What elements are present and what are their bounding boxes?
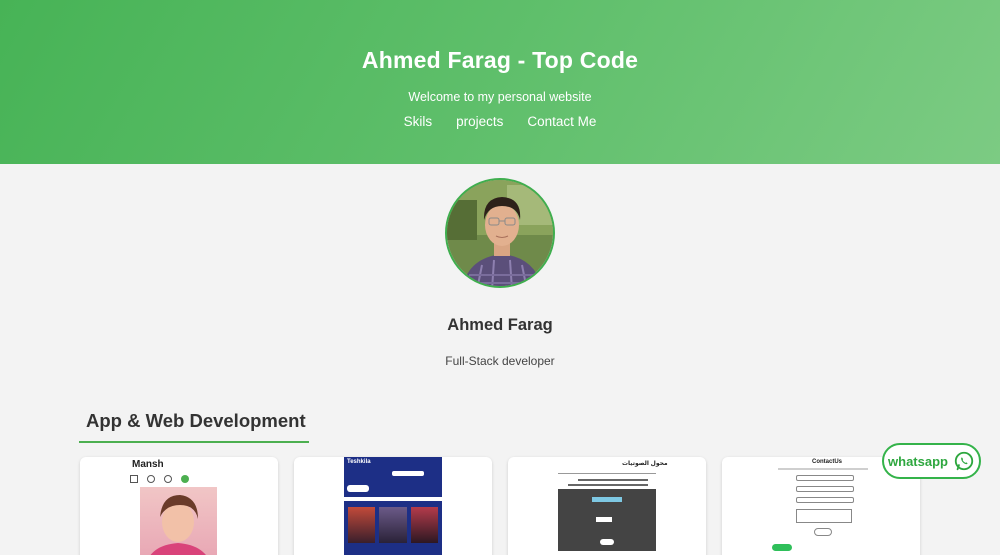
project-preview-title: محول الصوتيات — [622, 461, 668, 467]
site-tagline: Welcome to my personal website — [408, 90, 592, 104]
site-title: Ahmed Farag - Top Code — [361, 47, 639, 73]
preview-form-field — [796, 486, 854, 492]
preview-search — [392, 471, 424, 476]
project-preview-title: ContactUs — [812, 459, 843, 465]
project-cards: Mansh Teshkila محول الصوتيات ContactUs — [80, 457, 920, 555]
poster-2 — [379, 507, 407, 543]
project-preview-title: Teshkila — [347, 459, 371, 465]
home-icon — [130, 475, 138, 483]
nav-link-contact[interactable]: Contact Me — [527, 114, 596, 129]
profile-role: Full-Stack developer — [445, 354, 555, 368]
project-card-mansh[interactable]: Mansh — [80, 457, 278, 555]
preview-panel-bar — [592, 497, 622, 502]
profile-icon — [164, 475, 172, 483]
project-card-teshkila[interactable]: Teshkila — [294, 457, 492, 555]
preview-form-field — [796, 497, 854, 503]
app-icon — [181, 475, 189, 483]
poster-3 — [410, 507, 438, 543]
whatsapp-icon — [954, 451, 974, 471]
preview-panel-button — [600, 539, 614, 545]
whatsapp-label: whatsapp — [888, 453, 948, 469]
preview-subtitle-line — [778, 468, 868, 470]
preview-dark-panel — [558, 489, 656, 551]
play-icon — [147, 475, 155, 483]
preview-grid — [344, 501, 442, 555]
preview-divider — [558, 473, 656, 474]
preview-icon-row — [130, 475, 189, 483]
preview-text-line — [578, 479, 648, 481]
nav-link-skills[interactable]: Skils — [404, 114, 433, 129]
profile-avatar — [445, 178, 555, 288]
preview-photo — [140, 487, 217, 555]
nav-link-projects[interactable]: projects — [456, 114, 503, 129]
preview-form-button — [814, 528, 832, 536]
preview-form-field — [796, 475, 854, 481]
profile-section: Ahmed Farag Full-Stack developer — [0, 164, 1000, 368]
preview-form-textarea — [796, 509, 852, 523]
header-banner: Ahmed Farag - Top Code Welcome to my per… — [0, 0, 1000, 164]
project-preview-title: Mansh — [132, 459, 164, 470]
poster-1 — [348, 507, 376, 543]
project-card-audio-converter[interactable]: محول الصوتيات — [508, 457, 706, 555]
preview-text-line — [568, 484, 648, 486]
profile-name: Ahmed Farag — [447, 316, 553, 334]
preview-button — [347, 485, 369, 492]
preview-panel-field — [596, 517, 612, 522]
main-nav: Skils projects Contact Me — [0, 114, 1000, 129]
whatsapp-button[interactable]: whatsapp — [882, 443, 981, 479]
preview-whatsapp-pill — [772, 544, 792, 551]
preview-header: Teshkila — [344, 457, 442, 497]
section-title: App & Web Development — [79, 410, 309, 443]
